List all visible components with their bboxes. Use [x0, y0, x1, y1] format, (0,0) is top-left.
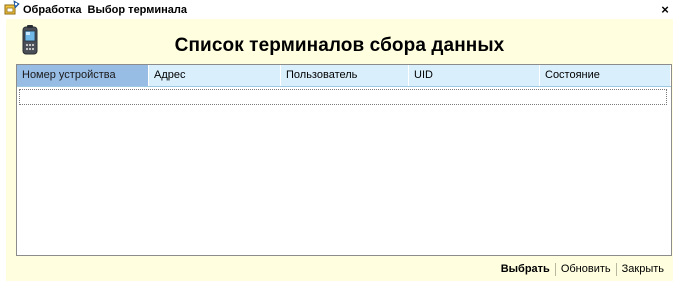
column-header-status[interactable]: Состояние: [540, 65, 671, 86]
window-title: Обработка Выбор терминала: [23, 3, 188, 16]
title-bar[interactable]: Обработка Выбор терминала ×: [0, 0, 673, 19]
refresh-button[interactable]: Обновить: [556, 263, 616, 275]
command-bar: Выбрать Обновить Закрыть: [496, 261, 669, 277]
select-button[interactable]: Выбрать: [496, 263, 555, 275]
terminals-table[interactable]: Номер устройства Адрес Пользователь UID …: [16, 64, 672, 256]
close-icon[interactable]: ×: [658, 1, 672, 17]
column-header-uid[interactable]: UID: [409, 65, 540, 86]
column-header-address[interactable]: Адрес: [149, 65, 281, 86]
close-button[interactable]: Закрыть: [617, 263, 669, 275]
table-header: Номер устройства Адрес Пользователь UID …: [17, 65, 671, 87]
page-title: Список терминалов сбора данных: [174, 35, 505, 56]
processing-icon: [0, 0, 23, 20]
column-header-device-number[interactable]: Номер устройства: [17, 65, 149, 86]
form-body: Список терминалов сбора данных Номер уст…: [6, 19, 673, 281]
column-header-user[interactable]: Пользователь: [281, 65, 409, 86]
table-row[interactable]: [19, 89, 667, 105]
terminal-selection-window: Обработка Выбор терминала × Список терми…: [0, 0, 673, 281]
